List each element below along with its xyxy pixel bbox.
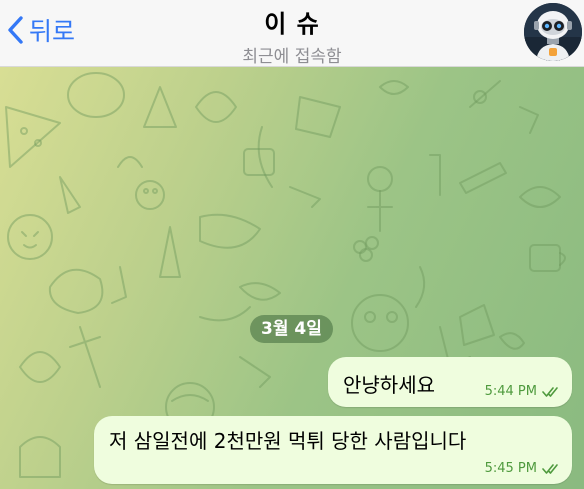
message-bubble[interactable]: 안냥하세요 5:44 PM <box>328 357 572 407</box>
last-seen-status: 최근에 접속함 <box>242 47 342 67</box>
message-text: 저 삼일전에 2천만원 먹튀 당한 사람입니다 <box>109 429 467 453</box>
avatar[interactable] <box>524 3 582 61</box>
message-text: 안냥하세요 <box>343 373 435 397</box>
contact-info[interactable]: 이 슈 최근에 접속함 <box>0 4 584 67</box>
double-check-icon <box>542 463 558 474</box>
message-time: 5:45 PM <box>484 461 537 476</box>
date-separator: 3월 4일 <box>250 315 333 343</box>
chat-background: 3월 4일 안냥하세요 5:44 PM 저 삼일전에 2천만원 먹튀 당한 사람… <box>0 67 584 489</box>
robot-avatar-icon <box>524 3 582 61</box>
message-meta: 5:44 PM <box>485 384 562 399</box>
double-check-icon <box>542 386 558 397</box>
message-bubble[interactable]: 저 삼일전에 2천만원 먹튀 당한 사람입니다 5:45 PM <box>94 416 572 484</box>
chat-header: 뒤로 이 슈 최근에 접속함 <box>0 0 584 67</box>
message-time: 5:44 PM <box>484 384 537 399</box>
contact-name: 이 슈 <box>264 10 320 38</box>
message-meta: 5:45 PM <box>485 461 562 476</box>
